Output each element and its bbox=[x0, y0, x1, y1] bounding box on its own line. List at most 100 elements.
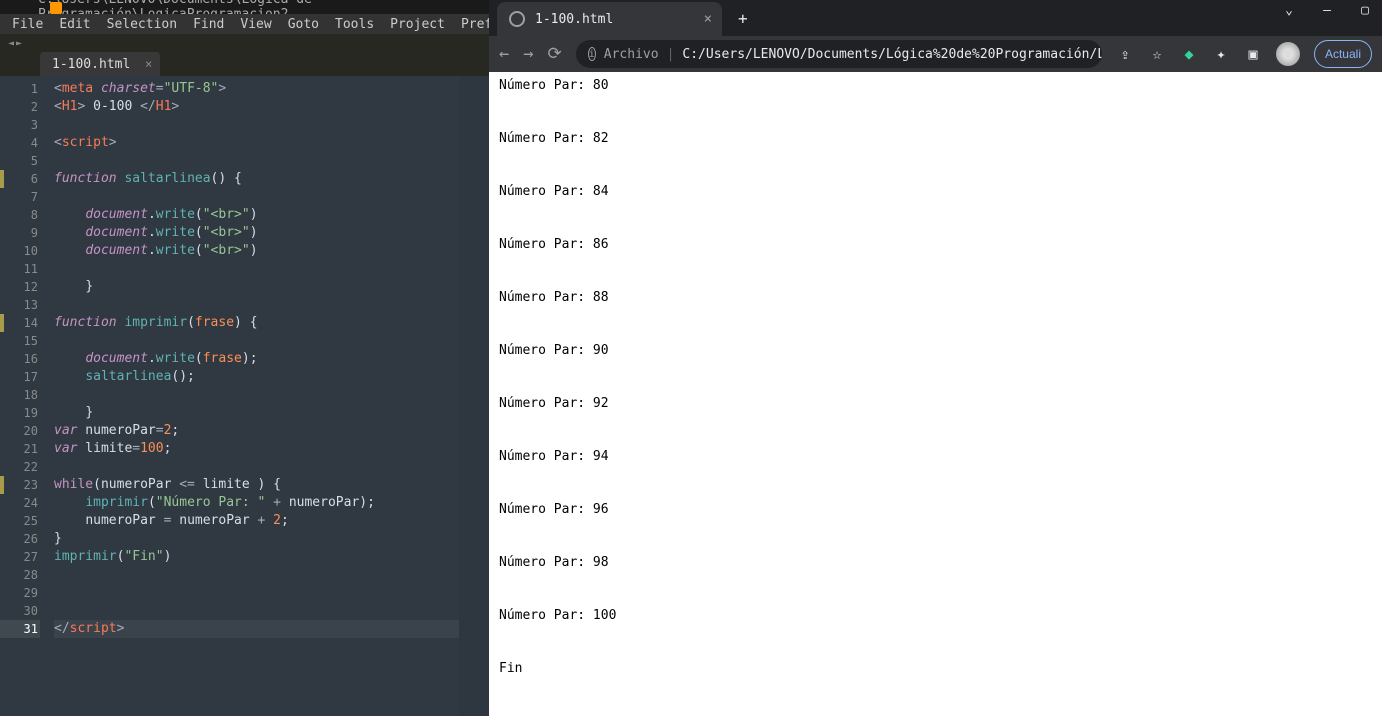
code-line[interactable]: } bbox=[54, 404, 489, 422]
line-number: 2 bbox=[0, 98, 38, 116]
code-line[interactable]: } bbox=[54, 278, 489, 296]
code-line[interactable]: var numeroPar=2; bbox=[54, 422, 489, 440]
menu-tools[interactable]: Tools bbox=[327, 17, 382, 32]
url-separator: | bbox=[667, 47, 675, 62]
output-line: Fin bbox=[499, 661, 1372, 676]
code-line[interactable]: document.write(frase); bbox=[54, 350, 489, 368]
code-line[interactable] bbox=[54, 458, 489, 476]
line-number: 19 bbox=[0, 404, 38, 422]
code-line[interactable]: imprimir("Fin") bbox=[54, 548, 489, 566]
code-line[interactable]: <H1> 0-100 </H1> bbox=[54, 98, 489, 116]
sublime-titlebar: C:\Users\LENOVO\Documents\Lógica de Prog… bbox=[0, 0, 489, 14]
code-line[interactable] bbox=[54, 152, 489, 170]
menu-selection[interactable]: Selection bbox=[99, 17, 185, 32]
line-number: 23 bbox=[0, 476, 38, 494]
minimize-icon[interactable]: — bbox=[1320, 3, 1334, 18]
code-line[interactable] bbox=[54, 332, 489, 350]
code-line[interactable]: function saltarlinea() { bbox=[54, 170, 489, 188]
close-tab-icon[interactable]: × bbox=[704, 11, 712, 27]
close-icon[interactable]: × bbox=[145, 57, 152, 71]
line-number: 16 bbox=[0, 350, 38, 368]
code-line[interactable]: document.write("<br>") bbox=[54, 242, 489, 260]
forward-button[interactable]: → bbox=[523, 44, 533, 64]
line-number: 8 bbox=[0, 206, 38, 224]
code-line[interactable] bbox=[54, 296, 489, 314]
extensions-puzzle-icon[interactable]: ✦ bbox=[1212, 45, 1230, 63]
code-line[interactable]: imprimir("Número Par: " + numeroPar); bbox=[54, 494, 489, 512]
update-button[interactable]: Actuali bbox=[1314, 40, 1372, 68]
bookmark-star-icon[interactable]: ☆ bbox=[1148, 45, 1166, 63]
line-number: 21 bbox=[0, 440, 38, 458]
url-scheme-label: Archivo bbox=[604, 47, 659, 62]
site-info-icon[interactable]: i bbox=[588, 47, 596, 61]
code-line[interactable]: numeroPar = numeroPar + 2; bbox=[54, 512, 489, 530]
menu-view[interactable]: View bbox=[232, 17, 279, 32]
line-number: 4 bbox=[0, 134, 38, 152]
tab-groups-icon[interactable]: ▣ bbox=[1244, 45, 1262, 63]
code-line[interactable] bbox=[54, 116, 489, 134]
back-button[interactable]: ← bbox=[499, 44, 509, 64]
line-number: 12 bbox=[0, 278, 38, 296]
fold-marker-icon bbox=[0, 476, 4, 494]
code-area[interactable]: 1234567891011121314151617181920212223242… bbox=[0, 76, 489, 716]
menu-find[interactable]: Find bbox=[185, 17, 232, 32]
code-line[interactable]: <meta charset="UTF-8"> bbox=[54, 80, 489, 98]
code-line[interactable] bbox=[54, 584, 489, 602]
output-line: Número Par: 96 bbox=[499, 502, 1372, 517]
code-line[interactable]: } bbox=[54, 530, 489, 548]
code-line[interactable] bbox=[54, 188, 489, 206]
share-icon[interactable]: ⇪ bbox=[1116, 45, 1134, 63]
line-number: 1 bbox=[0, 80, 38, 98]
menu-file[interactable]: File bbox=[4, 17, 51, 32]
code-line[interactable]: </script> bbox=[54, 620, 489, 638]
page-favicon-icon bbox=[509, 11, 525, 27]
nav-forward-icon[interactable]: ► bbox=[16, 38, 22, 49]
window-controls: ⌄ — ▢ bbox=[1282, 0, 1372, 20]
caret-down-icon[interactable]: ⌄ bbox=[1282, 3, 1296, 18]
new-tab-button[interactable]: + bbox=[738, 9, 748, 28]
output-line: Número Par: 98 bbox=[499, 555, 1372, 570]
code-line[interactable]: document.write("<br>") bbox=[54, 206, 489, 224]
code-line[interactable]: var limite=100; bbox=[54, 440, 489, 458]
code-lines[interactable]: <meta charset="UTF-8"><H1> 0-100 </H1> <… bbox=[46, 76, 489, 716]
profile-avatar[interactable] bbox=[1276, 42, 1300, 66]
line-number: 29 bbox=[0, 584, 38, 602]
line-number: 10 bbox=[0, 242, 38, 260]
code-line[interactable] bbox=[54, 602, 489, 620]
code-line[interactable]: <script> bbox=[54, 134, 489, 152]
menu-bar: File Edit Selection Find View Goto Tools… bbox=[0, 14, 489, 34]
code-line[interactable]: saltarlinea(); bbox=[54, 368, 489, 386]
menu-goto[interactable]: Goto bbox=[280, 17, 327, 32]
line-number: 20 bbox=[0, 422, 38, 440]
code-line[interactable] bbox=[54, 566, 489, 584]
line-number: 13 bbox=[0, 296, 38, 314]
line-number: 6 bbox=[0, 170, 38, 188]
menu-project[interactable]: Project bbox=[382, 17, 453, 32]
line-number: 3 bbox=[0, 116, 38, 134]
line-number: 31 bbox=[0, 620, 40, 638]
output-line: Número Par: 82 bbox=[499, 131, 1372, 146]
output-line: Número Par: 92 bbox=[499, 396, 1372, 411]
code-line[interactable] bbox=[54, 260, 489, 278]
output-line: Número Par: 88 bbox=[499, 290, 1372, 305]
chrome-tab[interactable]: 1-100.html × bbox=[497, 2, 722, 36]
code-line[interactable]: document.write("<br>") bbox=[54, 224, 489, 242]
code-line[interactable]: while(numeroPar <= limite ) { bbox=[54, 476, 489, 494]
line-number: 30 bbox=[0, 602, 38, 620]
reload-button[interactable]: ⟳ bbox=[548, 44, 562, 64]
omnibox[interactable]: i Archivo | C:/Users/LENOVO/Documents/Ló… bbox=[576, 40, 1102, 68]
sublime-logo-icon bbox=[50, 2, 62, 14]
editor-tab-active[interactable]: 1-100.html × bbox=[40, 52, 160, 76]
line-number: 18 bbox=[0, 386, 38, 404]
editor-tab-label: 1-100.html bbox=[52, 57, 130, 72]
extension-shield-icon[interactable]: ◆ bbox=[1180, 45, 1198, 63]
line-number: 27 bbox=[0, 548, 38, 566]
maximize-icon[interactable]: ▢ bbox=[1358, 3, 1372, 18]
line-number: 5 bbox=[0, 152, 38, 170]
minimap[interactable] bbox=[459, 76, 489, 716]
nav-back-icon[interactable]: ◄ bbox=[8, 38, 14, 49]
menu-edit[interactable]: Edit bbox=[51, 17, 98, 32]
line-number: 28 bbox=[0, 566, 38, 584]
code-line[interactable]: function imprimir(frase) { bbox=[54, 314, 489, 332]
code-line[interactable] bbox=[54, 386, 489, 404]
